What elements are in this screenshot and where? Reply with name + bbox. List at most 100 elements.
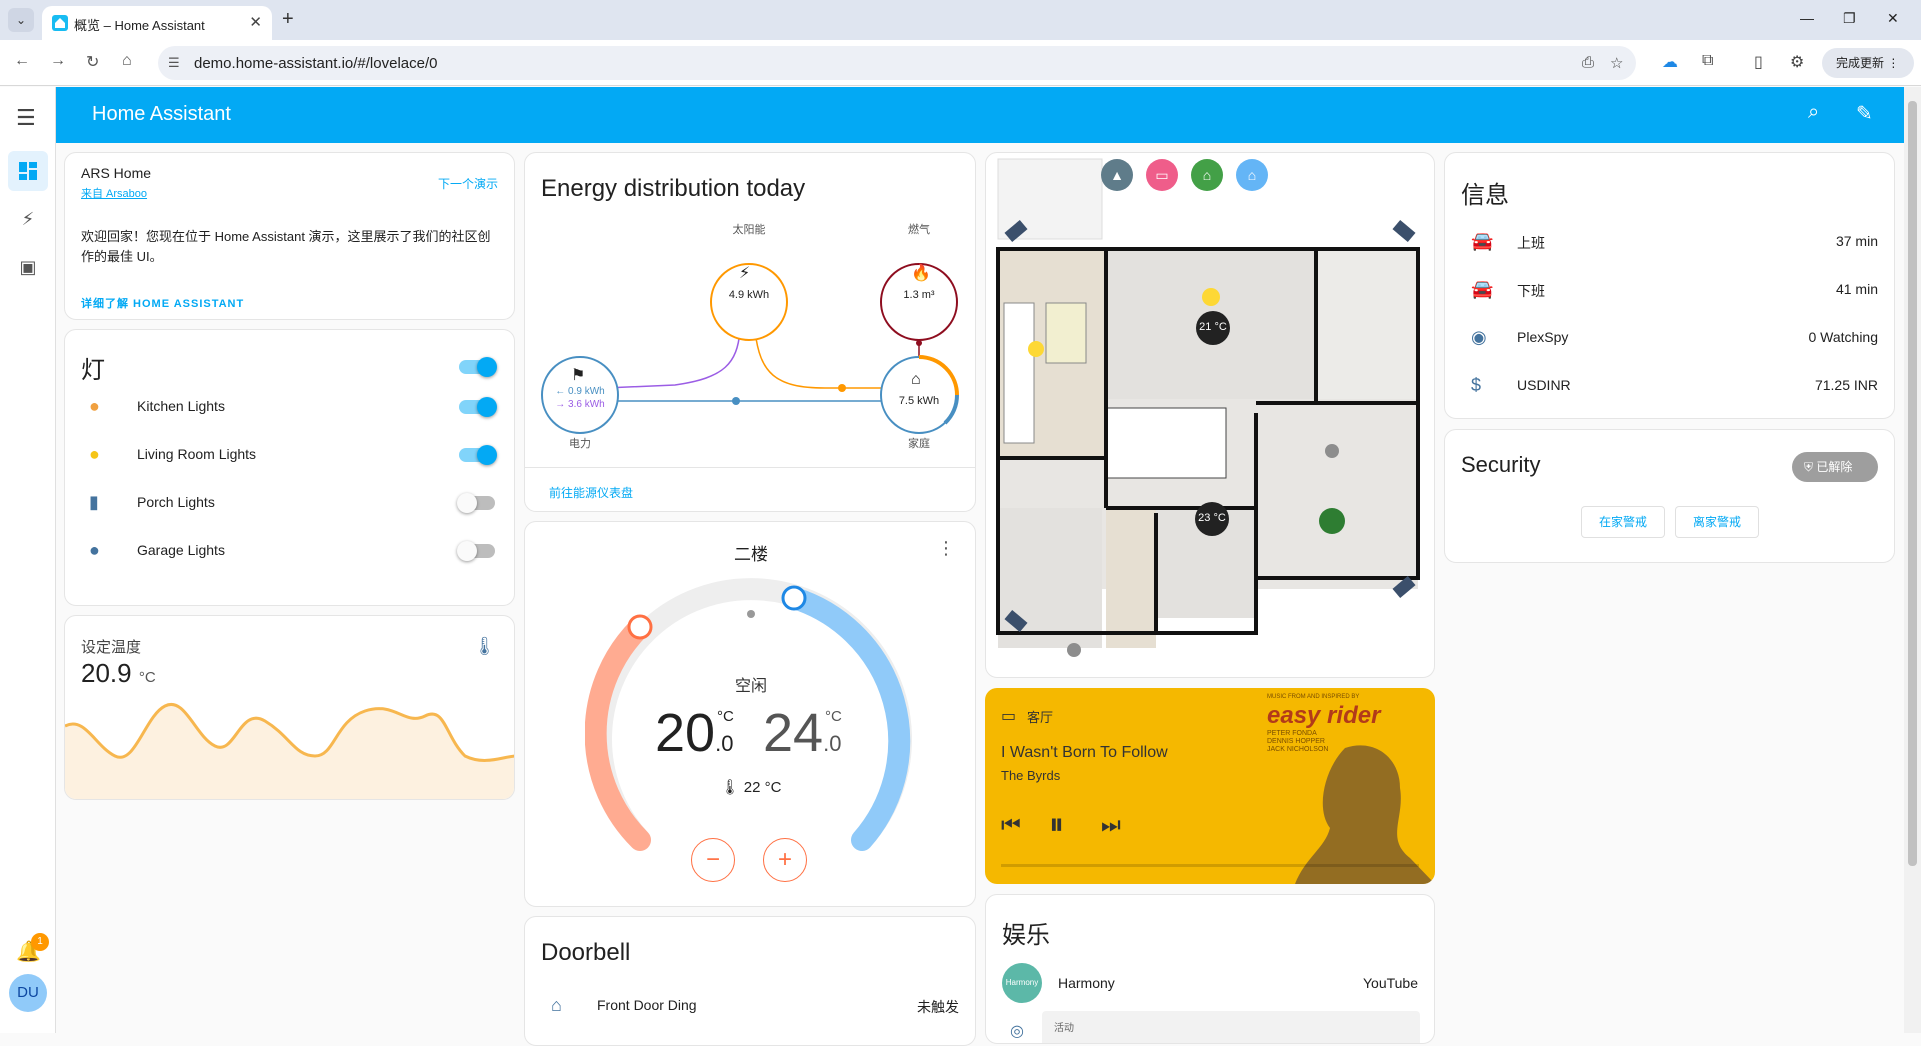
forward-icon[interactable]: → [50, 52, 66, 70]
side-panel-icon[interactable]: ▯ [1754, 52, 1763, 72]
new-tab-button[interactable]: + [282, 8, 294, 31]
url-text: demo.home-assistant.io/#/lovelace/0 [194, 55, 438, 72]
info-item-value: 41 min [1835, 281, 1878, 297]
arm-home-button[interactable]: 在家警戒 [1581, 506, 1665, 538]
app-header: Home Assistant ⌕ ✎ [56, 87, 1904, 143]
extensions-icon[interactable]: ⧉ [1702, 52, 1713, 70]
reload-icon[interactable]: ↻ [86, 52, 99, 72]
activity-select[interactable]: 活动 [1042, 1011, 1420, 1043]
temperature-unit: °C [138, 669, 156, 686]
light-toggle[interactable] [457, 541, 495, 561]
scene-mountain-icon[interactable]: ▲ [1101, 159, 1133, 191]
doorbell-title: Doorbell [541, 939, 631, 966]
lightbulb-icon[interactable]: ● [89, 540, 100, 561]
install-app-icon[interactable]: ⎙ [1582, 54, 1594, 71]
sidebar-item-map[interactable]: ▣ [8, 247, 48, 287]
security-state-badge[interactable]: ⛨ 已解除 [1792, 452, 1878, 482]
home-icon-energy: ⌂ [911, 371, 921, 388]
url-field[interactable]: ☰ demo.home-assistant.io/#/lovelace/0 ⎙ … [158, 46, 1636, 80]
floorplan-temp-2[interactable]: 23 °C [1193, 512, 1231, 524]
light-toggle[interactable] [457, 493, 495, 513]
light-name[interactable]: Porch Lights [137, 494, 215, 510]
welcome-title: ARS Home [81, 165, 152, 181]
temperature-card[interactable]: 设定温度 🌡 20.9 °C [64, 615, 515, 800]
user-avatar[interactable]: DU [9, 974, 47, 1012]
thermostat-card: 二楼 ⋮ 空闲 20.0 °C 24.0 °C 🌡 22 °C − + [524, 521, 976, 907]
high-setpoint[interactable]: 24.0 °C [763, 702, 842, 764]
info-item-name[interactable]: USDINR [1517, 377, 1571, 393]
media-progress-bar[interactable] [1001, 864, 1419, 867]
lightbulb-icon[interactable]: ▮ [89, 492, 99, 513]
more-options-icon[interactable]: ⋮ [937, 538, 955, 559]
energy-dashboard-link[interactable]: 前往能源仪表盘 [549, 484, 633, 501]
pause-icon[interactable]: ⏸ [1049, 808, 1064, 842]
settings-gear-icon[interactable]: ⚙ [1790, 52, 1804, 72]
info-item-name[interactable]: 下班 [1517, 281, 1545, 301]
tab-close-icon[interactable]: ✕ [249, 13, 262, 31]
light-toggle[interactable] [459, 445, 497, 465]
update-button[interactable]: 完成更新 ⋮ [1822, 48, 1914, 78]
info-item-name[interactable]: PlexSpy [1517, 329, 1568, 345]
bookmark-star-icon[interactable]: ☆ [1610, 54, 1623, 72]
close-window-icon[interactable]: ✕ [1887, 10, 1899, 27]
increase-button[interactable]: + [763, 838, 807, 882]
gas-label: 燃气 [908, 224, 930, 236]
solar-value: 4.9 kWh [728, 289, 770, 301]
light-toggle[interactable] [459, 397, 497, 417]
address-bar: ← → ↻ ⌂ ☰ demo.home-assistant.io/#/lovel… [0, 40, 1921, 86]
harmony-label[interactable]: Harmony [1058, 975, 1115, 991]
floorplan-card[interactable]: 21 °C 23 °C ▲ ▭ ⌂ ⌂ [985, 152, 1435, 678]
shield-off-icon: ⛨ [1804, 460, 1814, 474]
next-demo-button[interactable]: 下一个演示 [438, 175, 498, 192]
doorbell-item-name[interactable]: Front Door Ding [597, 997, 697, 1013]
minimize-icon[interactable]: — [1800, 10, 1814, 26]
menu-icon[interactable]: ☰ [16, 105, 36, 131]
next-track-icon[interactable]: ⏭ [1101, 812, 1121, 838]
learn-more-link[interactable]: 详细了解 HOME ASSISTANT [81, 295, 244, 311]
site-info-icon[interactable]: ☰ [168, 55, 180, 71]
scene-home-icon[interactable]: ⌂ [1236, 159, 1268, 191]
arm-away-button[interactable]: 离家警戒 [1675, 506, 1759, 538]
sidebar-item-overview[interactable] [8, 151, 48, 191]
restore-icon[interactable]: ❐ [1843, 10, 1856, 27]
low-setpoint[interactable]: 20.0 °C [655, 702, 734, 764]
search-icon[interactable]: ⌕ [1808, 101, 1819, 124]
info-item-value: 37 min [1835, 233, 1878, 249]
decrease-button[interactable]: − [691, 838, 735, 882]
previous-track-icon[interactable]: ⏮ [1001, 812, 1021, 838]
media-artist: The Byrds [1001, 768, 1061, 783]
welcome-source-link[interactable]: 来自 Arsaboo [81, 185, 147, 201]
floorplan-temp-1[interactable]: 21 °C [1194, 321, 1232, 333]
doorbell-card: Doorbell ⌂ Front Door Ding 未触发 [524, 916, 976, 1046]
home-assistant-favicon [52, 15, 68, 31]
light-name[interactable]: Living Room Lights [137, 446, 256, 462]
grid-import: ← 0.9 kWh [555, 386, 605, 397]
info-item-value: 0 Watching [1808, 329, 1878, 345]
temperature-value: 20.9 [81, 658, 132, 688]
grid-label: 电力 [569, 438, 591, 450]
lights-master-toggle[interactable] [459, 357, 497, 377]
album-cast-text: PETER FONDA DENNIS HOPPER JACK NICHOLSON [1267, 730, 1329, 753]
lightbulb-on-icon[interactable]: ● [89, 444, 100, 465]
info-item-name[interactable]: 上班 [1517, 233, 1545, 253]
home-icon[interactable]: ⌂ [122, 52, 132, 70]
sidebar-item-energy[interactable]: ⚡ [8, 199, 48, 239]
cloud-extension-icon[interactable]: ☁ [1662, 52, 1678, 72]
back-icon[interactable]: ← [14, 52, 30, 70]
light-name[interactable]: Kitchen Lights [137, 398, 225, 414]
home-label: 家庭 [908, 438, 930, 450]
light-name[interactable]: Garage Lights [137, 542, 225, 558]
lightbulb-on-icon[interactable]: ● [89, 396, 100, 417]
scene-tv-icon[interactable]: ▭ [1146, 159, 1178, 191]
page-title: Home Assistant [92, 103, 231, 125]
info-card: 信息 🚘 上班 37 min 🚘 下班 41 min ◉ PlexSpy 0 Watching $… [1444, 152, 1895, 419]
fire-icon: 🔥 [911, 265, 931, 282]
edit-pencil-icon[interactable]: ✎ [1856, 101, 1873, 126]
scene-lock-home-icon[interactable]: ⌂ [1191, 159, 1223, 191]
thermometer-icon: 🌡 [473, 636, 496, 656]
eye-icon: ◉ [1471, 327, 1487, 347]
page-scrollbar[interactable] [1904, 87, 1921, 1033]
browser-tab[interactable]: 概览 – Home Assistant ✕ [42, 6, 272, 40]
tab-search-button[interactable]: ⌄ [8, 8, 34, 32]
security-card: Security ⛨ 已解除 在家警戒 离家警戒 [1444, 429, 1895, 563]
